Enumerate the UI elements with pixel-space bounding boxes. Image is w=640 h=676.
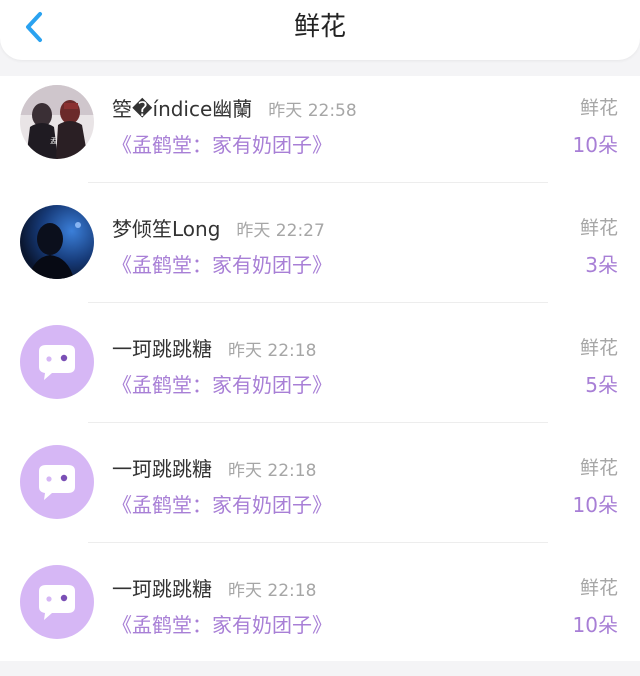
svg-text:孟: 孟 (50, 136, 57, 145)
timestamp: 昨天 22:58 (268, 101, 357, 121)
page-title: 鲜花 (293, 12, 346, 42)
book-title-link[interactable]: 《孟鹤堂：家有奶团子》 (112, 249, 332, 278)
user-name-text: 一珂跳跳糖 (112, 577, 212, 601)
divider (88, 302, 548, 303)
user-name-text: 箜�índice幽蘭 (112, 97, 253, 121)
timestamp: 昨天 22:18 (228, 461, 317, 481)
divider (88, 182, 548, 183)
gift-type: 鲜花 (579, 97, 618, 119)
gift-type: 鲜花 (579, 577, 618, 599)
avatar[interactable] (20, 325, 94, 399)
gift-count: 10朵 (572, 133, 618, 157)
default-chat-avatar-icon (20, 325, 94, 399)
avatar[interactable] (20, 445, 94, 519)
gift-count: 5朵 (585, 373, 618, 397)
book-title-link[interactable]: 《孟鹤堂：家有奶团子》 (112, 129, 332, 158)
user-name[interactable]: 一珂跳跳糖 昨天 22:18 (112, 453, 316, 482)
user-name[interactable]: 梦倾笙Long 昨天 22:27 (112, 213, 325, 242)
timestamp: 昨天 22:27 (236, 221, 325, 241)
timestamp: 昨天 22:18 (228, 581, 317, 601)
gift-count: 10朵 (572, 613, 618, 637)
avatar[interactable] (20, 205, 94, 279)
list-item[interactable]: 一珂跳跳糖 昨天 22:18 《孟鹤堂：家有奶团子》 鲜花 10朵 (0, 556, 640, 676)
user-photo-icon (20, 205, 94, 279)
header-bar: 鲜花 (0, 0, 640, 60)
gift-type: 鲜花 (579, 217, 618, 239)
book-title-link[interactable]: 《孟鹤堂：家有奶团子》 (112, 609, 332, 638)
user-photo-icon: 孟 (20, 85, 94, 159)
book-title-link[interactable]: 《孟鹤堂：家有奶团子》 (112, 369, 332, 398)
gift-count: 10朵 (572, 493, 618, 517)
list-item[interactable]: 梦倾笙Long 昨天 22:27 《孟鹤堂：家有奶团子》 鲜花 3朵 (0, 196, 640, 316)
book-title-link[interactable]: 《孟鹤堂：家有奶团子》 (112, 489, 332, 518)
user-name-text: 一珂跳跳糖 (112, 337, 212, 361)
timestamp: 昨天 22:18 (228, 341, 317, 361)
list-item[interactable]: 一珂跳跳糖 昨天 22:18 《孟鹤堂：家有奶团子》 鲜花 5朵 (0, 316, 640, 436)
user-name[interactable]: 一珂跳跳糖 昨天 22:18 (112, 333, 316, 362)
default-chat-avatar-icon (20, 565, 94, 639)
user-name-text: 一珂跳跳糖 (112, 457, 212, 481)
user-name-text: 梦倾笙Long (112, 217, 221, 241)
user-name[interactable]: 一珂跳跳糖 昨天 22:18 (112, 573, 316, 602)
list-item[interactable]: 一珂跳跳糖 昨天 22:18 《孟鹤堂：家有奶团子》 鲜花 10朵 (0, 436, 640, 556)
divider (88, 542, 548, 543)
gift-type: 鲜花 (579, 337, 618, 359)
gift-type: 鲜花 (579, 457, 618, 479)
gift-count: 3朵 (585, 253, 618, 277)
user-name[interactable]: 箜�índice幽蘭 昨天 22:58 (112, 93, 357, 122)
default-chat-avatar-icon (20, 445, 94, 519)
avatar[interactable]: 孟 (20, 85, 94, 159)
flower-list: 孟 箜�índice幽蘭昨天 22:58 《孟鹤堂：家有奶团子》 鲜花 10朵 (0, 76, 640, 661)
divider (88, 422, 548, 423)
list-item[interactable]: 孟 箜�índice幽蘭 昨天 22:58 《孟鹤堂：家有奶团子》 鲜花 10朵 (0, 76, 640, 196)
avatar[interactable] (20, 565, 94, 639)
